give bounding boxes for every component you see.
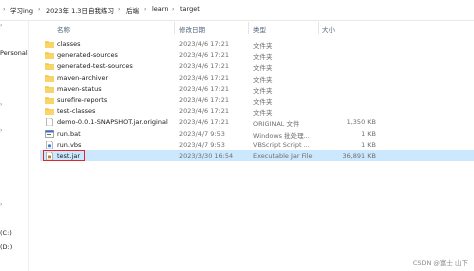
nav-item-drive-c[interactable]: (C:) bbox=[0, 229, 12, 237]
file-name: maven-status bbox=[57, 84, 102, 93]
file-name: demo-0.0.1-SNAPSHOT.jar.original bbox=[57, 118, 168, 127]
file-row[interactable]: run.bat 2023/4/7 9:53 Windows 批处理... 1 KB bbox=[40, 128, 474, 140]
folder-icon bbox=[45, 51, 54, 60]
file-row[interactable]: maven-status 2023/4/6 17:21 文件夹 bbox=[40, 83, 474, 95]
column-header-date[interactable]: 修改日期 bbox=[179, 24, 205, 34]
file-row[interactable]: surefire-reports 2023/4/6 17:21 文件夹 bbox=[40, 94, 474, 106]
file-row[interactable]: generated-sources 2023/4/6 17:21 文件夹 bbox=[40, 49, 474, 61]
chevron-right-icon[interactable]: › bbox=[38, 6, 40, 13]
file-name: maven-archiver bbox=[57, 73, 109, 82]
file-date: 2023/4/6 17:21 bbox=[179, 84, 229, 93]
chevron-right-icon[interactable]: › bbox=[172, 6, 174, 13]
file-name: test-classes bbox=[57, 107, 96, 116]
file-name: classes bbox=[57, 40, 81, 48]
file-icon bbox=[45, 118, 54, 127]
chevron-right-icon[interactable]: › bbox=[118, 6, 120, 13]
file-date: 2023/4/6 17:21 bbox=[179, 96, 229, 104]
folder-icon bbox=[45, 62, 54, 71]
folder-icon bbox=[45, 96, 54, 104]
navigation-pane: › Personal › › › (C:) (D:) bbox=[0, 21, 29, 271]
file-date: 2023/4/6 17:21 bbox=[179, 51, 229, 60]
highlight-box bbox=[43, 150, 85, 161]
file-date: 2023/3/30 16:54 bbox=[179, 152, 234, 160]
breadcrumb-item-learn[interactable]: learn bbox=[152, 5, 168, 13]
folder-icon bbox=[45, 74, 54, 82]
watermark: CSDN @富士 山下 bbox=[412, 259, 468, 267]
chevron-icon: › bbox=[0, 22, 3, 29]
file-row[interactable]: run.vbs 2023/4/7 9:53 VBScript Script ... 1… bbox=[40, 139, 474, 150]
file-row[interactable]: generated-test-sources 2023/4/6 17:21 文件夹 bbox=[40, 60, 474, 72]
file-name: generated-sources bbox=[57, 51, 118, 60]
file-date: 2023/4/7 9:53 bbox=[179, 129, 225, 138]
file-explorer-window: › 学习ing › 2023年 1.3日自我练习 › 后端 › learn › … bbox=[0, 0, 474, 271]
chevron-icon: › bbox=[0, 101, 3, 108]
folder-icon bbox=[45, 107, 54, 116]
file-name: run.vbs bbox=[57, 140, 82, 149]
column-header-size[interactable]: 大小 bbox=[322, 24, 335, 34]
chevron-icon: › bbox=[0, 127, 3, 134]
bat-file-icon bbox=[45, 129, 54, 138]
file-size: 1 KB bbox=[361, 140, 376, 149]
file-row[interactable]: maven-archiver 2023/4/6 17:21 文件夹 bbox=[40, 72, 474, 84]
column-divider[interactable] bbox=[318, 22, 319, 34]
breadcrumb-item-backend[interactable]: 后端 bbox=[126, 5, 139, 15]
file-row[interactable]: classes 2023/4/6 17:21 文件夹 bbox=[40, 38, 474, 50]
nav-item-drive-d[interactable]: (D:) bbox=[0, 243, 12, 251]
file-size: 1,350 KB bbox=[346, 118, 376, 127]
folder-icon bbox=[45, 40, 54, 48]
file-type: Executable Jar File bbox=[253, 152, 313, 160]
vbs-file-icon bbox=[45, 140, 54, 150]
breadcrumb-item-practice[interactable]: 2023年 1.3日自我练习 bbox=[46, 5, 114, 15]
address-bar[interactable]: › 学习ing › 2023年 1.3日自我练习 › 后端 › learn › … bbox=[0, 0, 474, 21]
file-type: VBScript Script ... bbox=[253, 140, 310, 149]
file-date: 2023/4/7 9:53 bbox=[179, 140, 225, 149]
chevron-icon: › bbox=[0, 201, 3, 208]
folder-icon bbox=[45, 85, 54, 93]
column-divider[interactable] bbox=[174, 22, 175, 34]
file-name: surefire-reports bbox=[57, 96, 108, 104]
file-name: run.bat bbox=[57, 129, 81, 138]
column-header-name[interactable]: 名称 bbox=[57, 24, 70, 34]
column-header-type[interactable]: 类型 bbox=[253, 24, 266, 34]
file-date: 2023/4/6 17:21 bbox=[179, 62, 229, 71]
file-size: 1 KB bbox=[361, 129, 376, 138]
file-row[interactable]: test-classes 2023/4/6 17:21 文件夹 bbox=[40, 105, 474, 117]
file-date: 2023/4/6 17:21 bbox=[179, 40, 229, 48]
breadcrumb-item-target[interactable]: target bbox=[180, 5, 200, 13]
file-name: generated-test-sources bbox=[57, 62, 133, 71]
column-divider[interactable] bbox=[248, 22, 249, 34]
file-row[interactable]: test.jar 2023/3/30 16:54 Executable Jar Fi… bbox=[40, 150, 474, 161]
file-date: 2023/4/6 17:21 bbox=[179, 73, 229, 82]
file-row[interactable]: demo-0.0.1-SNAPSHOT.jar.original 2023/4/6… bbox=[40, 116, 474, 128]
file-date: 2023/4/6 17:21 bbox=[179, 118, 229, 127]
chevron-right-icon[interactable]: › bbox=[144, 6, 146, 13]
file-size: 36,891 KB bbox=[342, 152, 376, 160]
breadcrumb-item-study[interactable]: 学习ing bbox=[10, 5, 33, 15]
chevron-right-icon: › bbox=[3, 6, 6, 13]
file-date: 2023/4/6 17:21 bbox=[179, 107, 229, 116]
nav-item-personal[interactable]: Personal bbox=[0, 49, 28, 57]
